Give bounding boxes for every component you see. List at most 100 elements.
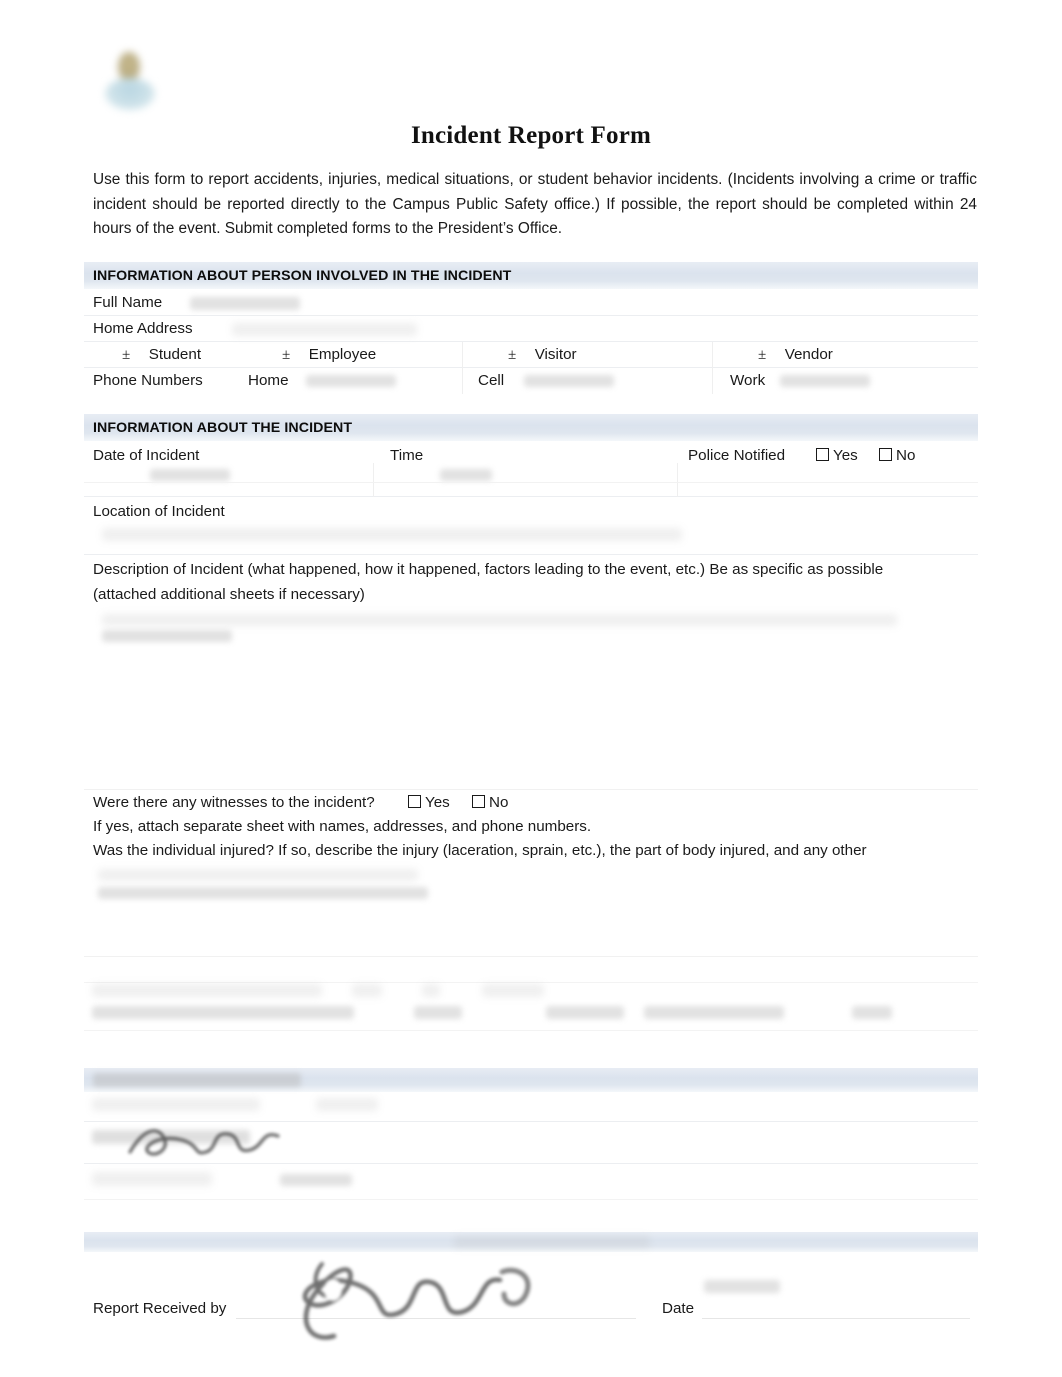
redacted-text [644, 1006, 784, 1019]
person-type-label: Employee [308, 346, 377, 363]
checkbox-icon[interactable] [879, 448, 892, 461]
divider [84, 1030, 978, 1031]
divider [712, 368, 713, 394]
description-value-line-2[interactable] [102, 630, 232, 642]
date-of-incident-label: Date of Incident [93, 447, 200, 464]
injury-value-line-2[interactable] [98, 887, 428, 899]
home-address-value[interactable] [232, 323, 417, 336]
phone-cell-value[interactable] [524, 375, 614, 387]
location-of-incident-label: Location of Incident [93, 503, 225, 520]
description-label: Description of Incident (what happened, … [93, 561, 884, 603]
row-date-time-police: Date of Incident Time Police Notified Ye… [84, 441, 978, 497]
redacted-text [92, 1006, 354, 1019]
redacted-text [92, 984, 322, 997]
logo-base-shape [105, 78, 155, 110]
witness-note-label: If yes, attach separate sheet with names… [93, 818, 592, 835]
divider [712, 342, 713, 368]
home-address-label: Home Address [93, 320, 193, 337]
checkbox-icon[interactable]: ± [282, 347, 290, 363]
row-additional-signature [84, 1122, 978, 1164]
redacted-row-1 [84, 982, 978, 1031]
phone-home-value[interactable] [306, 375, 396, 387]
police-notified-label: Police Notified [688, 447, 786, 464]
checkbox-icon[interactable] [408, 795, 421, 808]
witness-question-label: Were there any witnesses to the incident… [93, 794, 375, 811]
row-location: Location of Incident [84, 497, 978, 555]
person-type-student[interactable]: ± Student [122, 344, 201, 366]
page-title: Incident Report Form [410, 122, 652, 149]
section-incident: INFORMATION ABOUT THE INCIDENT Date of I… [84, 414, 978, 983]
checkbox-icon[interactable] [472, 795, 485, 808]
person-type-label: Visitor [534, 346, 577, 363]
redacted-text [482, 984, 544, 997]
police-yes-label: Yes [833, 447, 858, 464]
divider [373, 463, 374, 497]
row-report-received: Report Received by Date [84, 1252, 978, 1340]
description-value-line-1[interactable] [102, 614, 897, 626]
time-value[interactable] [440, 469, 492, 481]
redacted-text [352, 984, 382, 997]
injury-value-line-1[interactable] [98, 869, 418, 881]
time-label: Time [390, 447, 424, 464]
redacted-date-value[interactable] [280, 1174, 352, 1186]
person-type-visitor[interactable]: ± Visitor [508, 344, 577, 366]
divider [677, 463, 678, 497]
institution-seal-logo [100, 48, 162, 126]
police-notified-yes[interactable]: Yes [816, 445, 858, 467]
row-full-name: Full Name [84, 289, 978, 316]
person-type-label: Student [148, 346, 202, 363]
full-name-value[interactable] [190, 297, 300, 310]
person-type-employee[interactable]: ± Employee [282, 344, 376, 366]
redacted-text [546, 1006, 624, 1019]
person-type-vendor[interactable]: ± Vendor [758, 344, 833, 366]
witness-no[interactable]: No [472, 792, 508, 814]
section-incident-heading: INFORMATION ABOUT THE INCIDENT [84, 414, 978, 441]
row-witness-question: Were there any witnesses to the incident… [84, 790, 978, 816]
row-home-address: Home Address [84, 316, 978, 342]
footer-date-line[interactable] [702, 1318, 970, 1319]
section-additional-information [84, 1068, 978, 1200]
section-footer-receipt: Report Received by Date [84, 1232, 978, 1340]
checkbox-icon[interactable]: ± [508, 347, 516, 363]
section-additional-heading [84, 1068, 978, 1092]
footer-date-value[interactable] [704, 1280, 780, 1293]
divider [84, 956, 978, 957]
document-page: Incident Report Form Use this form to re… [0, 0, 1062, 1377]
injury-question-label: Was the individual injured? If so, descr… [93, 842, 867, 859]
checkbox-icon[interactable]: ± [758, 347, 766, 363]
row-phone-numbers: Phone Numbers Home Cell Work [84, 368, 978, 394]
police-notified-no[interactable]: No [879, 445, 915, 467]
redacted-label [92, 1172, 212, 1186]
witness-yes[interactable]: Yes [408, 792, 450, 814]
divider [84, 482, 978, 483]
redacted-text [414, 1006, 462, 1019]
checkbox-icon[interactable]: ± [122, 347, 130, 363]
divider [84, 1199, 978, 1200]
section-person-heading: INFORMATION ABOUT PERSON INVOLVED IN THE… [84, 262, 978, 289]
phone-work-value[interactable] [780, 375, 870, 387]
redacted-heading-text [93, 1073, 301, 1087]
signature-mark [128, 1129, 280, 1156]
date-of-incident-value[interactable] [150, 469, 230, 481]
redacted-text [422, 984, 440, 997]
witness-yes-label: Yes [425, 794, 450, 811]
row-description: Description of Incident (what happened, … [84, 555, 978, 790]
police-no-label: No [896, 447, 916, 464]
phone-numbers-label: Phone Numbers [93, 372, 203, 389]
row-person-type: ± Student ± Employee ± Visitor ± Vendor [84, 342, 978, 368]
witness-no-label: No [489, 794, 509, 811]
location-of-incident-value[interactable] [102, 528, 682, 541]
checkbox-icon[interactable] [816, 448, 829, 461]
row-witness-note: If yes, attach separate sheet with names… [84, 816, 978, 838]
row-injury-question: Was the individual injured? If so, descr… [84, 838, 978, 983]
divider [462, 368, 463, 394]
section-person-involved: INFORMATION ABOUT PERSON INVOLVED IN THE… [84, 262, 978, 394]
phone-home-label: Home [248, 372, 289, 389]
redacted-value[interactable] [316, 1098, 378, 1111]
section-redacted-block [84, 982, 978, 1031]
redacted-label [92, 1098, 260, 1111]
phone-cell-label: Cell [478, 372, 505, 389]
footer-date-label: Date [662, 1300, 695, 1317]
report-received-signature [302, 1262, 531, 1340]
phone-work-label: Work [730, 372, 766, 389]
